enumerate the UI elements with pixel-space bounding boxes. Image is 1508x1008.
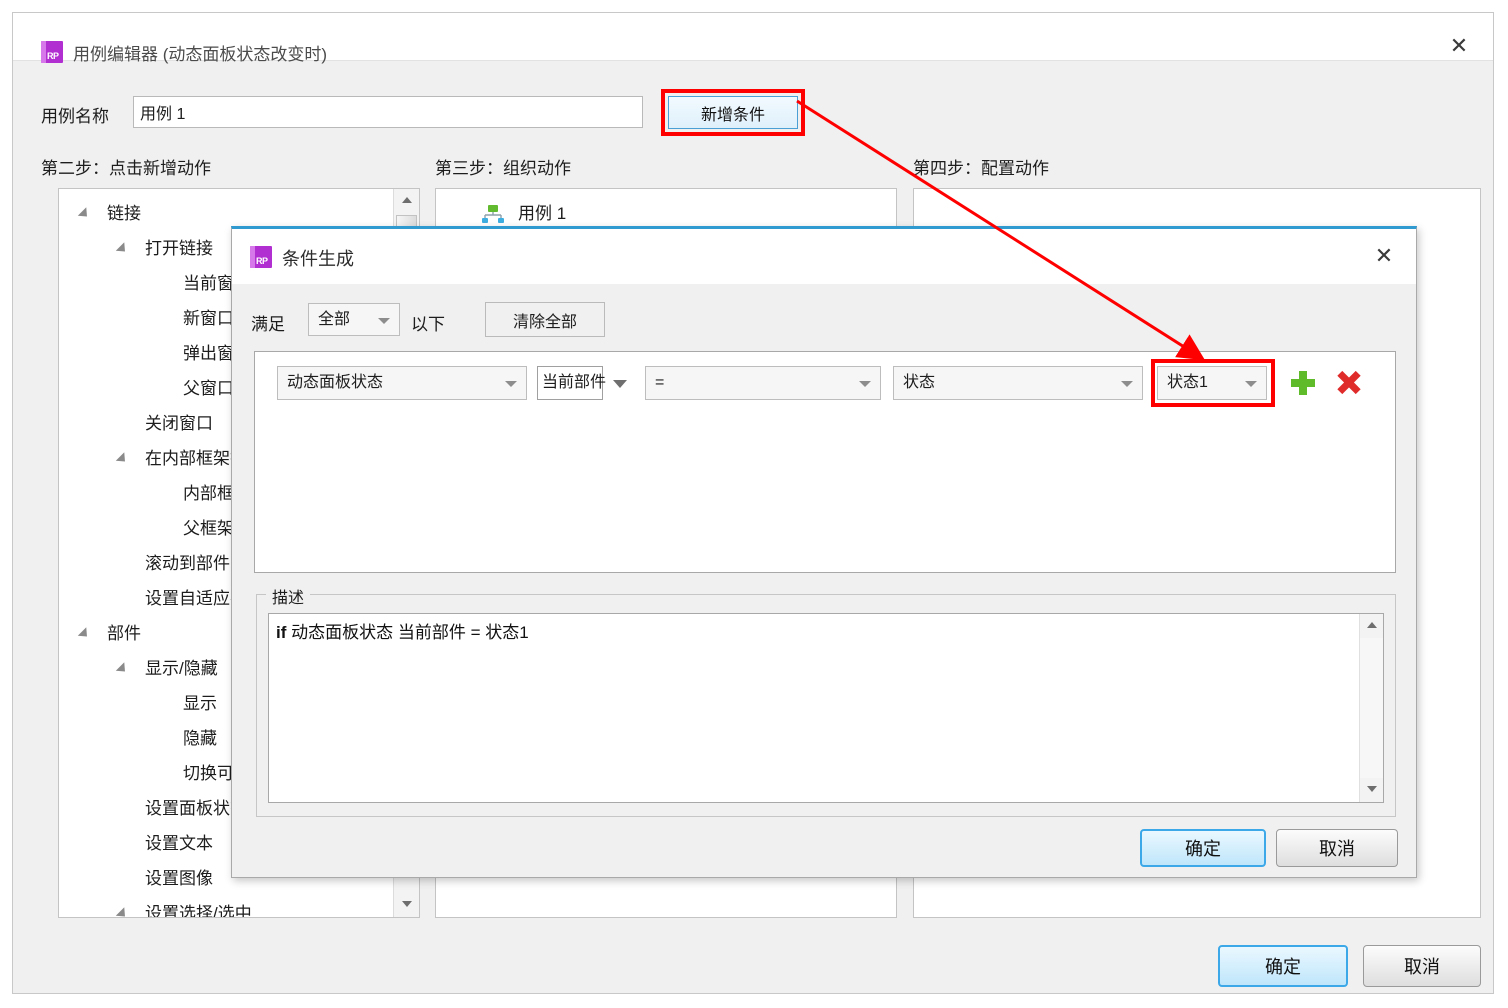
condition-property-value: 状态 xyxy=(903,374,936,391)
condition-property-dropdown[interactable]: 状态 xyxy=(893,366,1143,400)
description-textbox[interactable]: if 动态面板状态 当前部件 = 状态1 xyxy=(268,613,1384,803)
sitemap-icon xyxy=(482,205,504,223)
chevron-down-icon[interactable] xyxy=(613,380,627,388)
satisfy-scope-dropdown[interactable]: 全部 xyxy=(308,303,400,336)
action-tree-item-label: 显示 xyxy=(183,694,217,713)
delete-condition-row-icon[interactable] xyxy=(1335,369,1363,397)
action-tree-item-label: 打开链接 xyxy=(145,239,213,258)
condition-list: 动态面板状态 当前部件 = 状态 状态1 xyxy=(254,351,1396,573)
ok-button[interactable]: 确定 xyxy=(1218,945,1348,987)
add-condition-button[interactable]: 新增条件 xyxy=(668,96,798,129)
close-icon[interactable]: ✕ xyxy=(1366,241,1402,273)
satisfy-scope-value: 全部 xyxy=(318,311,351,328)
cancel-button[interactable]: 取消 xyxy=(1363,945,1481,987)
condition-cancel-button[interactable]: 取消 xyxy=(1276,829,1398,867)
chevron-down-icon xyxy=(859,381,871,387)
clear-all-button[interactable]: 清除全部 xyxy=(485,302,605,337)
window-titlebar: RP 用例编辑器 (动态面板状态改变时) ✕ xyxy=(13,13,1493,64)
condition-value-dropdown[interactable]: 状态1 xyxy=(1157,366,1267,400)
step-label-three: 第三步：组织动作 xyxy=(435,159,571,178)
expand-arrow-icon[interactable] xyxy=(77,627,92,641)
expand-arrow-icon[interactable] xyxy=(115,907,130,917)
condition-builder-dialog: RP 条件生成 ✕ 满足 全部 以下 清除全部 动态面板状态 当前部件 = 状态 xyxy=(231,226,1417,878)
scroll-down-icon[interactable] xyxy=(394,893,419,917)
satisfy-suffix-label: 以下 xyxy=(411,315,445,334)
chevron-down-icon xyxy=(378,317,390,324)
rp-app-icon-text: RP xyxy=(256,256,268,266)
use-case-name-label: 用例名称 xyxy=(41,107,109,126)
condition-dialog-title: 条件生成 xyxy=(282,249,354,269)
action-tree-item-label: 隐藏 xyxy=(183,729,217,748)
condition-field-dropdown[interactable]: 动态面板状态 xyxy=(277,366,527,400)
action-tree-item-label: 关闭窗口 xyxy=(145,414,213,433)
condition-ok-button[interactable]: 确定 xyxy=(1140,829,1266,867)
chevron-down-icon xyxy=(1121,381,1133,387)
action-tree-item-label: 显示/隐藏 xyxy=(145,659,218,678)
step-label-two: 第二步：点击新增动作 xyxy=(41,159,211,178)
condition-field-value: 动态面板状态 xyxy=(287,374,384,391)
condition-target-combo: 当前部件 xyxy=(537,366,631,400)
scroll-up-icon[interactable] xyxy=(394,189,419,213)
chevron-down-icon xyxy=(1245,381,1257,387)
condition-row: 动态面板状态 当前部件 = 状态 状态1 xyxy=(255,359,1395,407)
action-tree-item-label: 设置选择/选中 xyxy=(145,904,252,917)
expand-arrow-icon[interactable] xyxy=(115,242,130,256)
scroll-up-icon[interactable] xyxy=(1360,614,1383,638)
condition-operator-dropdown[interactable]: = xyxy=(645,366,881,400)
condition-dialog-titlebar: RP 条件生成 ✕ xyxy=(232,229,1416,284)
use-case-name-input[interactable] xyxy=(133,96,643,128)
action-tree-item-label: 父窗口 xyxy=(183,379,234,398)
action-tree-item-label: 部件 xyxy=(107,624,141,643)
description-scrollbar[interactable] xyxy=(1359,614,1383,802)
description-text: if 动态面板状态 当前部件 = 状态1 xyxy=(276,621,1353,645)
condition-value-text: 状态1 xyxy=(1167,374,1208,391)
action-tree-item-label: 父框架 xyxy=(183,519,234,538)
action-tree-item-label: 链接 xyxy=(107,204,141,223)
chevron-down-icon xyxy=(505,381,517,387)
rp-app-icon-text: RP xyxy=(47,51,59,61)
rp-app-icon: RP xyxy=(41,41,63,63)
condition-target-input[interactable]: 当前部件 xyxy=(537,366,606,400)
action-tree-item-label: 设置文本 xyxy=(145,834,213,853)
action-tree-item-label: 设置图像 xyxy=(145,869,213,888)
expand-arrow-icon[interactable] xyxy=(115,452,130,466)
description-legend: 描述 xyxy=(266,584,311,608)
action-tree-item[interactable]: 设置选择/选中 xyxy=(59,896,392,917)
rp-app-icon: RP xyxy=(250,246,272,268)
close-icon[interactable]: ✕ xyxy=(1441,31,1477,63)
expand-arrow-icon[interactable] xyxy=(77,207,92,221)
expand-arrow-icon[interactable] xyxy=(115,662,130,676)
step-label-four: 第四步：配置动作 xyxy=(913,159,1049,178)
description-prefix: if xyxy=(276,623,287,642)
window-title: 用例编辑器 (动态面板状态改变时) xyxy=(73,45,328,64)
condition-operator-value: = xyxy=(655,374,665,391)
scroll-down-icon[interactable] xyxy=(1360,778,1383,802)
add-condition-row-icon[interactable] xyxy=(1290,369,1316,397)
description-body: 动态面板状态 当前部件 = 状态1 xyxy=(291,623,529,642)
satisfy-label: 满足 xyxy=(251,315,285,334)
